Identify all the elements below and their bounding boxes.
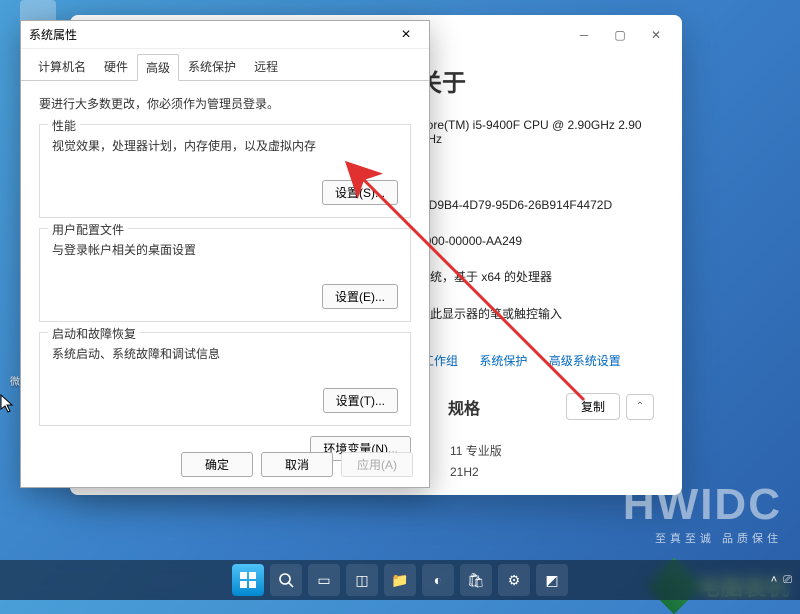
performance-settings-button[interactable]: 设置(S)...: [322, 180, 398, 205]
dialog-title: 系统属性: [29, 26, 77, 43]
admin-hint: 要进行大多数更改，你必须作为管理员登录。: [39, 95, 411, 112]
pen-touch: 于此显示器的笔或触控输入: [418, 305, 654, 322]
cpu-value: Core(TM) i5-9400F CPU @ 2.90GHz 2.90 GHz: [418, 118, 654, 146]
device-spec-heading: 规格: [448, 395, 566, 419]
search-button[interactable]: [270, 564, 302, 596]
maximize-button[interactable]: ▢: [602, 21, 638, 49]
tray-network-icon[interactable]: ⎚: [783, 574, 792, 587]
tab-system-protection[interactable]: 系统保护: [179, 53, 245, 80]
start-button[interactable]: [232, 564, 264, 596]
windows-icon: [240, 572, 256, 588]
product-id: 0000-00000-AA249: [418, 234, 654, 248]
link-system-protection[interactable]: 系统保护: [479, 354, 527, 368]
mouse-cursor: [0, 394, 14, 414]
dialog-titlebar[interactable]: 系统属性 ×: [21, 21, 429, 49]
tab-hardware[interactable]: 硬件: [95, 53, 137, 80]
task-view-button[interactable]: ▭: [308, 564, 340, 596]
link-advanced-system[interactable]: 高级系统设置: [549, 354, 621, 368]
brand-watermark: HWIDC: [623, 480, 782, 530]
tab-computer-name[interactable]: 计算机名: [29, 53, 95, 80]
windows-build: 21H2: [450, 465, 479, 479]
ram-value: M: [418, 158, 654, 172]
apply-button[interactable]: 应用(A): [341, 452, 413, 477]
edge-button[interactable]: ◐: [422, 564, 454, 596]
taskbar[interactable]: ▭ ◫ 📁 ◐ 🛍 ⚙ ◩ ˄ ⎚: [0, 560, 800, 600]
tab-remote[interactable]: 远程: [245, 53, 287, 80]
group-desc: 与登录帐户相关的桌面设置: [52, 241, 398, 258]
collapse-chevron[interactable]: ⌃: [626, 394, 654, 420]
store-button[interactable]: 🛍: [460, 564, 492, 596]
ok-button[interactable]: 确定: [181, 452, 253, 477]
about-heading: 关于: [418, 63, 654, 98]
group-legend: 用户配置文件: [48, 221, 128, 238]
settings-button[interactable]: ⚙: [498, 564, 530, 596]
file-explorer-button[interactable]: 📁: [384, 564, 416, 596]
search-icon: [278, 572, 294, 588]
group-desc: 视觉效果，处理器计划，内存使用，以及虚拟内存: [52, 137, 398, 154]
close-button[interactable]: ✕: [638, 21, 674, 49]
windows-edition: 11 专业版: [450, 444, 502, 458]
tray-chevron-icon[interactable]: ˄: [771, 574, 777, 586]
system-tray[interactable]: ˄ ⎚: [771, 574, 792, 587]
user-profiles-settings-button[interactable]: 设置(E)...: [322, 284, 398, 309]
group-legend: 性能: [48, 117, 80, 134]
device-id: 3-D9B4-4D79-95D6-26B914F4472D: [418, 198, 654, 212]
tab-advanced[interactable]: 高级: [137, 54, 179, 81]
tagline-watermark: 至真至诚 品质保住: [655, 530, 782, 546]
performance-group: 性能 视觉效果，处理器计划，内存使用，以及虚拟内存 设置(S)...: [39, 124, 411, 218]
app-icon[interactable]: ◩: [536, 564, 568, 596]
system-properties-dialog: 系统属性 × 计算机名 硬件 高级 系统保护 远程 要进行大多数更改，你必须作为…: [20, 20, 430, 488]
close-icon[interactable]: ×: [391, 26, 421, 44]
minimize-button[interactable]: ─: [566, 21, 602, 49]
startup-recovery-group: 启动和故障恢复 系统启动、系统故障和调试信息 设置(T)...: [39, 332, 411, 426]
system-type: 系统，基于 x64 的处理器: [418, 268, 654, 285]
widgets-button[interactable]: ◫: [346, 564, 378, 596]
group-legend: 启动和故障恢复: [48, 325, 140, 342]
startup-recovery-settings-button[interactable]: 设置(T)...: [323, 388, 398, 413]
cancel-button[interactable]: 取消: [261, 452, 333, 477]
group-desc: 系统启动、系统故障和调试信息: [52, 345, 398, 362]
copy-button[interactable]: 复制: [566, 393, 620, 420]
dialog-tabs: 计算机名 硬件 高级 系统保护 远程: [21, 49, 429, 81]
user-profiles-group: 用户配置文件 与登录帐户相关的桌面设置 设置(E)...: [39, 228, 411, 322]
